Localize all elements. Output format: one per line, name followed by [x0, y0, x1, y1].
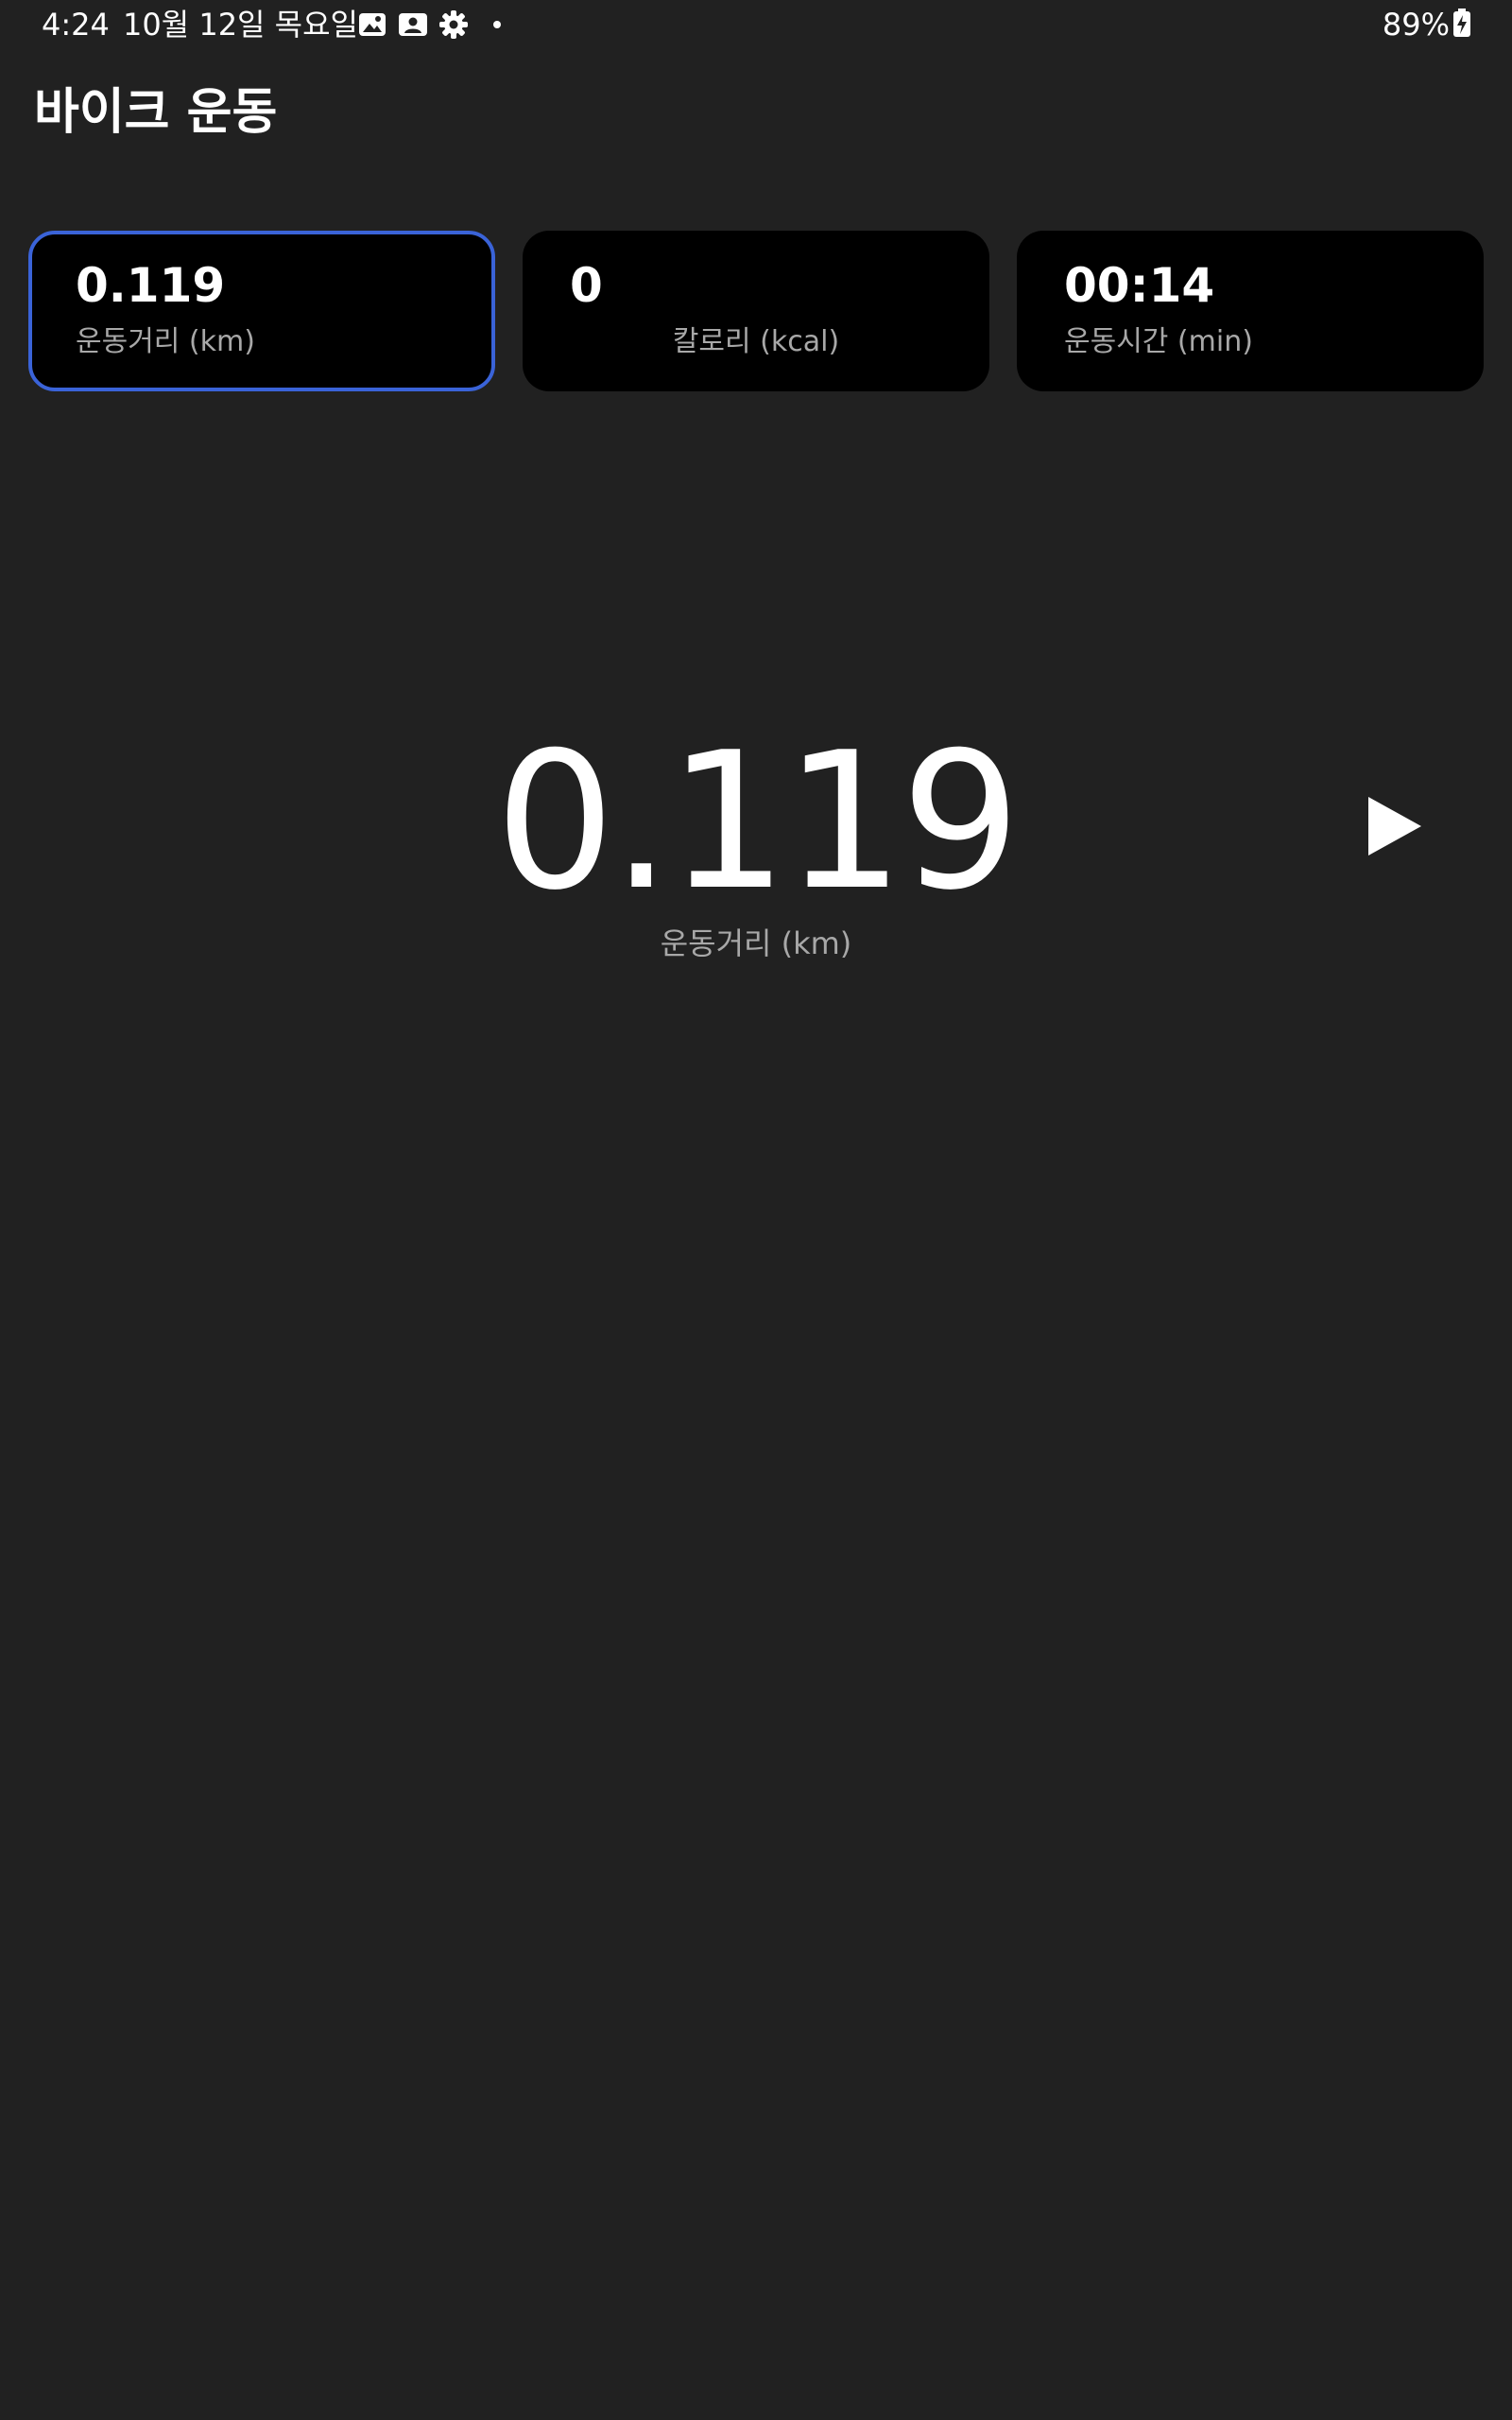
- metric-value: 00:14: [1064, 258, 1215, 313]
- metric-label: 운동시간 (min): [1064, 325, 1253, 358]
- play-icon: [1366, 795, 1423, 860]
- metric-label: 칼로리 (kcal): [672, 325, 840, 358]
- page-title: 바이크 운동: [34, 84, 278, 141]
- battery-indicator: 89%: [1383, 6, 1470, 43]
- play-button[interactable]: [1348, 775, 1442, 879]
- battery-percent: 89%: [1382, 7, 1450, 43]
- notification-dot-icon: [493, 21, 501, 28]
- metric-value: 0: [570, 258, 603, 313]
- battery-charging-icon: [1453, 9, 1470, 41]
- metric-card-calories[interactable]: 0 칼로리 (kcal): [523, 231, 989, 391]
- metric-value: 0.119: [76, 258, 226, 313]
- status-notification-icons: [357, 9, 501, 40]
- metric-card-time[interactable]: 00:14 운동시간 (min): [1017, 231, 1484, 391]
- settings-gear-icon: [438, 9, 469, 40]
- status-time: 4:24: [42, 7, 110, 43]
- metric-card-distance[interactable]: 0.119 운동거리 (km): [28, 231, 495, 391]
- gallery-icon: [357, 9, 387, 40]
- metric-cards: 0.119 운동거리 (km) 0 칼로리 (kcal) 00:14 운동시간 …: [28, 231, 1484, 391]
- main-metric-value: 0.119: [494, 712, 1022, 932]
- metric-label: 운동거리 (km): [76, 325, 255, 358]
- main-metric-label: 운동거리 (km): [660, 925, 852, 961]
- contact-card-icon: [397, 9, 429, 40]
- status-bar: 4:24 10월 12일 목요일 89%: [0, 0, 1512, 49]
- status-date: 10월 12일 목요일: [123, 7, 358, 43]
